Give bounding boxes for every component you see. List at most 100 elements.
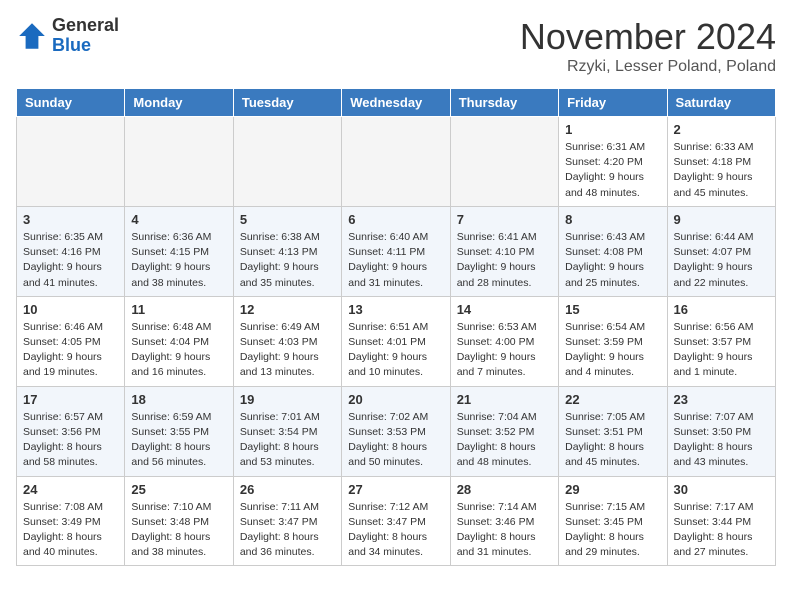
day-number: 13: [348, 302, 443, 317]
day-info: Sunrise: 6:56 AM Sunset: 3:57 PM Dayligh…: [674, 320, 769, 381]
day-number: 24: [23, 482, 118, 497]
location: Rzyki, Lesser Poland, Poland: [520, 58, 776, 76]
logo-icon: [16, 20, 48, 52]
day-number: 16: [674, 302, 769, 317]
calendar-day: 1 Sunrise: 6:31 AM Sunset: 4:20 PM Daylig…: [559, 117, 667, 207]
calendar-day: 10Sunrise: 6:46 AM Sunset: 4:05 PM Dayli…: [17, 296, 125, 386]
month-title: November 2024: [520, 16, 776, 58]
calendar-header-sunday: Sunday: [17, 89, 125, 117]
day-number: 21: [457, 392, 552, 407]
day-number: 26: [240, 482, 335, 497]
calendar-day: 11 Sunrise: 6:48 AM Sunset: 4:04 PM Dayli…: [125, 296, 233, 386]
calendar-day: 21 Sunrise: 7:04 AM Sunset: 3:52 PM Dayli…: [450, 386, 558, 476]
calendar-day: 6 Sunrise: 6:40 AM Sunset: 4:11 PM Daylig…: [342, 206, 450, 296]
day-info: Sunrise: 6:44 AM Sunset: 4:07 PM Dayligh…: [674, 230, 769, 291]
calendar-day: 30 Sunrise: 7:17 AM Sunset: 3:44 PM Dayli…: [667, 476, 775, 566]
calendar-week-row: 17Sunrise: 6:57 AM Sunset: 3:56 PM Dayli…: [17, 386, 776, 476]
day-info: Sunrise: 7:12 AM Sunset: 3:47 PM Dayligh…: [348, 500, 443, 561]
day-number: 11: [131, 302, 226, 317]
day-number: 4: [131, 212, 226, 227]
day-info: Sunrise: 6:36 AM Sunset: 4:15 PM Dayligh…: [131, 230, 226, 291]
day-info: Sunrise: 6:43 AM Sunset: 4:08 PM Dayligh…: [565, 230, 660, 291]
calendar-header-friday: Friday: [559, 89, 667, 117]
calendar-day: 7Sunrise: 6:41 AM Sunset: 4:10 PM Daylig…: [450, 206, 558, 296]
calendar-day: [342, 117, 450, 207]
day-number: 10: [23, 302, 118, 317]
day-info: Sunrise: 6:53 AM Sunset: 4:00 PM Dayligh…: [457, 320, 552, 381]
calendar-day: 9Sunrise: 6:44 AM Sunset: 4:07 PM Daylig…: [667, 206, 775, 296]
day-info: Sunrise: 6:51 AM Sunset: 4:01 PM Dayligh…: [348, 320, 443, 381]
calendar-header-saturday: Saturday: [667, 89, 775, 117]
calendar-week-row: 10Sunrise: 6:46 AM Sunset: 4:05 PM Dayli…: [17, 296, 776, 386]
logo-blue: Blue: [52, 35, 91, 55]
day-number: 15: [565, 302, 660, 317]
day-info: Sunrise: 7:02 AM Sunset: 3:53 PM Dayligh…: [348, 410, 443, 471]
day-info: Sunrise: 6:33 AM Sunset: 4:18 PM Dayligh…: [674, 140, 769, 201]
calendar-day: 27Sunrise: 7:12 AM Sunset: 3:47 PM Dayli…: [342, 476, 450, 566]
calendar-day: 16 Sunrise: 6:56 AM Sunset: 3:57 PM Dayli…: [667, 296, 775, 386]
day-number: 6: [348, 212, 443, 227]
calendar-header-tuesday: Tuesday: [233, 89, 341, 117]
day-info: Sunrise: 7:08 AM Sunset: 3:49 PM Dayligh…: [23, 500, 118, 561]
day-info: Sunrise: 7:01 AM Sunset: 3:54 PM Dayligh…: [240, 410, 335, 471]
day-number: 22: [565, 392, 660, 407]
day-info: Sunrise: 6:54 AM Sunset: 3:59 PM Dayligh…: [565, 320, 660, 381]
day-info: Sunrise: 6:31 AM Sunset: 4:20 PM Dayligh…: [565, 140, 660, 201]
calendar-day: [450, 117, 558, 207]
day-info: Sunrise: 7:07 AM Sunset: 3:50 PM Dayligh…: [674, 410, 769, 471]
calendar-week-row: 1 Sunrise: 6:31 AM Sunset: 4:20 PM Daylig…: [17, 117, 776, 207]
calendar-header-thursday: Thursday: [450, 89, 558, 117]
day-info: Sunrise: 6:40 AM Sunset: 4:11 PM Dayligh…: [348, 230, 443, 291]
day-info: Sunrise: 7:15 AM Sunset: 3:45 PM Dayligh…: [565, 500, 660, 561]
day-number: 3: [23, 212, 118, 227]
day-number: 29: [565, 482, 660, 497]
day-info: Sunrise: 6:35 AM Sunset: 4:16 PM Dayligh…: [23, 230, 118, 291]
day-number: 5: [240, 212, 335, 227]
calendar-day: 13 Sunrise: 6:51 AM Sunset: 4:01 PM Dayli…: [342, 296, 450, 386]
calendar-day: 19 Sunrise: 7:01 AM Sunset: 3:54 PM Dayli…: [233, 386, 341, 476]
calendar-day: 12Sunrise: 6:49 AM Sunset: 4:03 PM Dayli…: [233, 296, 341, 386]
calendar-day: 29 Sunrise: 7:15 AM Sunset: 3:45 PM Dayli…: [559, 476, 667, 566]
header: General Blue November 2024 Rzyki, Lesser…: [16, 16, 776, 76]
day-info: Sunrise: 7:11 AM Sunset: 3:47 PM Dayligh…: [240, 500, 335, 561]
calendar-day: [125, 117, 233, 207]
day-info: Sunrise: 6:48 AM Sunset: 4:04 PM Dayligh…: [131, 320, 226, 381]
calendar-day: 2Sunrise: 6:33 AM Sunset: 4:18 PM Daylig…: [667, 117, 775, 207]
calendar-day: 3 Sunrise: 6:35 AM Sunset: 4:16 PM Daylig…: [17, 206, 125, 296]
day-number: 1: [565, 122, 660, 137]
day-info: Sunrise: 7:05 AM Sunset: 3:51 PM Dayligh…: [565, 410, 660, 471]
day-info: Sunrise: 7:10 AM Sunset: 3:48 PM Dayligh…: [131, 500, 226, 561]
calendar-day: 5Sunrise: 6:38 AM Sunset: 4:13 PM Daylig…: [233, 206, 341, 296]
calendar-day: 17Sunrise: 6:57 AM Sunset: 3:56 PM Dayli…: [17, 386, 125, 476]
logo-general: General: [52, 15, 119, 35]
calendar-day: 28Sunrise: 7:14 AM Sunset: 3:46 PM Dayli…: [450, 476, 558, 566]
logo-text: General Blue: [52, 16, 119, 56]
logo: General Blue: [16, 16, 119, 56]
calendar-week-row: 3 Sunrise: 6:35 AM Sunset: 4:16 PM Daylig…: [17, 206, 776, 296]
calendar-day: 8 Sunrise: 6:43 AM Sunset: 4:08 PM Daylig…: [559, 206, 667, 296]
day-number: 17: [23, 392, 118, 407]
day-info: Sunrise: 7:14 AM Sunset: 3:46 PM Dayligh…: [457, 500, 552, 561]
calendar-header-row: SundayMondayTuesdayWednesdayThursdayFrid…: [17, 89, 776, 117]
calendar-day: 24 Sunrise: 7:08 AM Sunset: 3:49 PM Dayli…: [17, 476, 125, 566]
calendar-header-wednesday: Wednesday: [342, 89, 450, 117]
day-info: Sunrise: 7:17 AM Sunset: 3:44 PM Dayligh…: [674, 500, 769, 561]
day-number: 8: [565, 212, 660, 227]
day-info: Sunrise: 6:59 AM Sunset: 3:55 PM Dayligh…: [131, 410, 226, 471]
day-number: 18: [131, 392, 226, 407]
calendar-day: [233, 117, 341, 207]
calendar-day: 4 Sunrise: 6:36 AM Sunset: 4:15 PM Daylig…: [125, 206, 233, 296]
calendar-day: 14Sunrise: 6:53 AM Sunset: 4:00 PM Dayli…: [450, 296, 558, 386]
day-number: 19: [240, 392, 335, 407]
day-number: 12: [240, 302, 335, 317]
calendar-day: 18 Sunrise: 6:59 AM Sunset: 3:55 PM Dayli…: [125, 386, 233, 476]
calendar-day: 20 Sunrise: 7:02 AM Sunset: 3:53 PM Dayli…: [342, 386, 450, 476]
day-number: 30: [674, 482, 769, 497]
day-info: Sunrise: 7:04 AM Sunset: 3:52 PM Dayligh…: [457, 410, 552, 471]
day-number: 20: [348, 392, 443, 407]
title-area: November 2024 Rzyki, Lesser Poland, Pola…: [520, 16, 776, 76]
calendar-day: 23Sunrise: 7:07 AM Sunset: 3:50 PM Dayli…: [667, 386, 775, 476]
day-number: 25: [131, 482, 226, 497]
day-number: 7: [457, 212, 552, 227]
calendar-day: 15 Sunrise: 6:54 AM Sunset: 3:59 PM Dayli…: [559, 296, 667, 386]
